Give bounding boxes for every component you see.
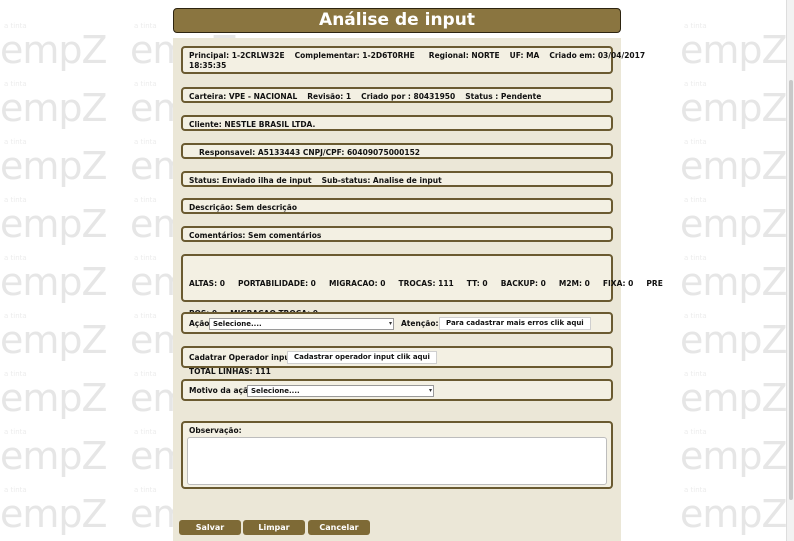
salvar-button[interactable]: Salvar: [179, 520, 241, 535]
watermark-logo: a tintaempZ: [680, 22, 788, 72]
lines-row-1: ALTAS: 0 PORTABILIDADE: 0 MIGRACAO: 0 TR…: [189, 279, 663, 288]
atencao-label: Atenção:: [401, 319, 439, 328]
observacao-textarea[interactable]: [187, 437, 607, 485]
limpar-button[interactable]: Limpar: [243, 520, 305, 535]
motivo-select-value: Selecione....: [251, 387, 300, 395]
status-field: Status: Enviado ilha de input: [189, 176, 312, 185]
operador-label: Cadatrar Operador input:: [189, 353, 297, 362]
cancelar-button[interactable]: Cancelar: [308, 520, 370, 535]
chevron-down-icon: ▾: [388, 320, 392, 327]
uf-field: UF: MA: [509, 51, 540, 60]
status-box: Status: Enviado ilha de input Sub-status:…: [181, 171, 613, 187]
acao-select[interactable]: Selecione.... ▾: [209, 318, 394, 330]
watermark-logo: a tintaempZ: [0, 138, 108, 188]
observacao-label: Observação:: [189, 426, 242, 435]
regional-field: Regional: NORTE: [428, 51, 500, 60]
watermark-logo: a tintaempZ: [680, 80, 788, 130]
responsavel-box: Responsavel: A5133443 CNPJ/CPF: 60409075…: [181, 143, 613, 159]
cadastrar-erros-button[interactable]: Para cadastrar mais erros clik aqui: [439, 317, 591, 330]
comentarios-field: Comentários: Sem comentários: [189, 231, 322, 240]
watermark-logo: a tintaempZ: [680, 486, 788, 536]
principal-field: Principal: 1-2CRLW32E: [189, 51, 285, 60]
watermark-logo: a tintaempZ: [0, 254, 108, 304]
descricao-field: Descrição: Sem descrição: [189, 203, 297, 212]
watermark-logo: a tintaempZ: [0, 80, 108, 130]
cadastrar-operador-button[interactable]: Cadastrar operador input clik aqui: [287, 351, 437, 364]
acao-select-value: Selecione....: [213, 320, 262, 328]
carteira-field: Carteira: VPE - NACIONAL: [189, 92, 298, 101]
criado-em-field: Criado em: 03/04/2017: [549, 51, 646, 60]
watermark-logo: a tintaempZ: [0, 428, 108, 478]
watermark-logo: a tintaempZ: [0, 312, 108, 362]
comentarios-box: Comentários: Sem comentários: [181, 226, 613, 242]
descricao-box: Descrição: Sem descrição: [181, 198, 613, 214]
watermark-logo: a tintaempZ: [680, 138, 788, 188]
page-title: Análise de input: [173, 8, 621, 33]
watermark-logo: a tintaempZ: [680, 196, 788, 246]
carteira-box: Carteira: VPE - NACIONAL Revisão: 1 Criado…: [181, 87, 613, 103]
page-scrollbar[interactable]: [786, 0, 794, 541]
cliente-box: Cliente: NESTLE BRASIL LTDA.: [181, 115, 613, 131]
watermark-logo: a tintaempZ: [0, 486, 108, 536]
chevron-down-icon: ▾: [428, 387, 432, 394]
watermark-logo: a tintaempZ: [680, 312, 788, 362]
cnpj-field: CNPJ/CPF: 60409075000152: [302, 148, 421, 157]
watermark-logo: a tintaempZ: [680, 428, 788, 478]
lines-summary-box: ALTAS: 0 PORTABILIDADE: 0 MIGRACAO: 0 TR…: [181, 254, 663, 376]
motivo-select[interactable]: Selecione.... ▾: [247, 385, 434, 397]
watermark-logo: a tintaempZ: [0, 370, 108, 420]
status-pendente-field: Status : Pendente: [465, 92, 542, 101]
watermark-logo: a tintaempZ: [0, 22, 108, 72]
revisao-field: Revisão: 1: [307, 92, 352, 101]
total-linhas: TOTAL LINHAS: 111: [189, 367, 271, 376]
watermark-logo: a tintaempZ: [0, 196, 108, 246]
scrollbar-thumb[interactable]: [789, 80, 793, 500]
operador-box: Cadatrar Operador input: Cadastrar opera…: [181, 346, 613, 368]
watermark-logo: a tintaempZ: [680, 254, 788, 304]
main-panel: Principal: 1-2CRLW32E Complementar: 1-2D6…: [173, 38, 663, 541]
criado-por-field: Criado por : 80431950: [361, 92, 456, 101]
acao-box: Ação: Selecione.... ▾ Atenção: Para cada…: [181, 312, 613, 334]
observacao-box: Observação:: [181, 421, 613, 489]
sub-status-field: Sub-status: Analise de input: [321, 176, 442, 185]
criado-hora-field: 18:35:35: [189, 61, 227, 70]
motivo-box: Motivo da ação: Selecione.... ▾: [181, 379, 613, 401]
watermark-logo: a tintaempZ: [680, 370, 788, 420]
cliente-field: Cliente: NESTLE BRASIL LTDA.: [189, 120, 316, 129]
principal-box: Principal: 1-2CRLW32E Complementar: 1-2D6…: [181, 46, 645, 74]
responsavel-field: Responsavel: A5133443: [199, 148, 301, 157]
complementar-field: Complementar: 1-2D6T0RHE: [294, 51, 415, 60]
